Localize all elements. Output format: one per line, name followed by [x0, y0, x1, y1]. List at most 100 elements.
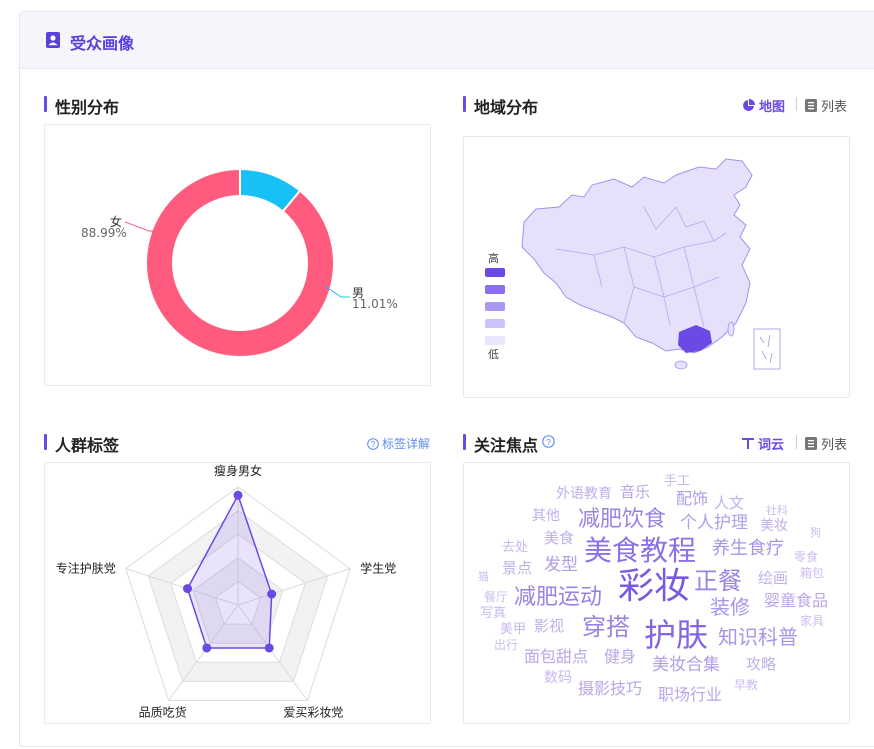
- section-marker: [463, 434, 466, 450]
- list-icon: [805, 437, 817, 450]
- focus-panel: 手工外语教育 音乐 配饰 人文社科 其他 减肥饮食 个人护理 美妆狗去处 美食 美食教程 养生食疗零…: [463, 462, 850, 724]
- region-title: 地域分布: [474, 98, 539, 117]
- crowd-title: 人群标签: [55, 436, 120, 455]
- legend-swatch: [485, 302, 505, 311]
- radar-axis-label: 爱买彩妆党: [283, 704, 343, 719]
- legend-low: 低: [488, 348, 499, 361]
- card-title: 受众画像: [70, 34, 135, 53]
- word-cloud-term[interactable]: 美食: [544, 531, 574, 546]
- word-cloud-term[interactable]: 正餐: [694, 569, 742, 593]
- word-cloud-term[interactable]: 摄影技巧: [578, 681, 642, 697]
- radar-data-point[interactable]: [202, 643, 212, 653]
- word-cloud-term[interactable]: 零食: [794, 551, 818, 563]
- word-cloud-term[interactable]: 美甲: [500, 623, 526, 636]
- female-segment[interactable]: [145, 167, 335, 358]
- gender-title: 性别分布: [55, 98, 120, 117]
- section-marker: [44, 434, 47, 450]
- word-cloud-term[interactable]: 个人护理: [680, 515, 748, 532]
- gender-panel: [44, 124, 431, 386]
- legend-swatch: [485, 268, 505, 277]
- card-header: 受众画像: [20, 12, 874, 69]
- hainan-island: [674, 360, 688, 370]
- word-cloud-term[interactable]: 配饰: [676, 491, 708, 507]
- legend-swatch: [485, 319, 505, 328]
- word-cloud-term[interactable]: 数码: [544, 671, 572, 685]
- word-cloud-term[interactable]: 减肥运动: [514, 587, 602, 609]
- word-cloud-term[interactable]: 音乐: [620, 485, 650, 500]
- china-map: [521, 158, 781, 370]
- word-cloud-term[interactable]: 美妆: [760, 519, 788, 533]
- word-cloud-term[interactable]: 穿搭: [582, 615, 630, 639]
- word-cloud-term[interactable]: 其他: [532, 509, 560, 523]
- radar-axis-label: 专注护肤党: [56, 561, 116, 576]
- region-list-toggle[interactable]: 列表: [805, 96, 847, 115]
- word-cloud-term[interactable]: 箱包: [800, 567, 824, 579]
- word-cloud-term[interactable]: 攻略: [746, 657, 776, 672]
- section-marker: [44, 96, 47, 112]
- word-cloud-term[interactable]: 装修: [710, 597, 750, 617]
- word-cloud-term[interactable]: 家具: [800, 615, 824, 627]
- word-cloud-term[interactable]: 职场行业: [658, 687, 722, 703]
- focus-cloud-toggle[interactable]: 词云: [742, 434, 784, 453]
- word-cloud-term[interactable]: 养生食疗: [712, 540, 784, 558]
- taiwan-island: [727, 321, 735, 337]
- word-cloud-term[interactable]: 早教: [734, 679, 758, 691]
- word-cloud-term[interactable]: 景点: [502, 561, 532, 576]
- word-cloud-term[interactable]: 护肤: [644, 619, 708, 651]
- word-cloud-term[interactable]: 健身: [604, 649, 636, 665]
- crowd-panel: 瘦身男女学生党爱买彩妆党 品质吃货 专注护肤党: [44, 462, 431, 724]
- female-leader-line: [124, 221, 155, 232]
- tag-detail-label: 标签详解: [382, 437, 431, 451]
- word-cloud-term[interactable]: 彩妆: [618, 569, 690, 605]
- focus-list-label: 列表: [821, 438, 848, 453]
- word-cloud-term[interactable]: 手工: [664, 475, 690, 488]
- word-cloud-term[interactable]: 影视: [534, 619, 564, 634]
- gender-donut-chart: [124, 167, 350, 358]
- male-percent: 11.01%: [352, 297, 398, 311]
- question-circle-icon: ?: [367, 437, 379, 450]
- svg-text:?: ?: [546, 437, 551, 447]
- word-cloud-term[interactable]: 面包甜点: [524, 649, 588, 665]
- focus-title: 关注焦点: [474, 436, 539, 455]
- word-cloud-term[interactable]: 出行: [494, 639, 518, 651]
- word-cloud-term[interactable]: 写真: [480, 607, 506, 620]
- word-cloud-term[interactable]: 外语教育: [556, 487, 612, 501]
- china-mainland-shape: [521, 158, 753, 354]
- radar-data-point[interactable]: [264, 643, 274, 653]
- list-icon: [805, 99, 817, 112]
- radar-axis-label: 学生党: [360, 561, 396, 576]
- focus-cloud-label: 词云: [758, 438, 785, 453]
- word-cloud-term[interactable]: 社科: [766, 505, 788, 516]
- word-cloud-term[interactable]: 狗: [810, 527, 821, 538]
- text-icon: [742, 438, 754, 449]
- word-cloud-term[interactable]: 去处: [502, 541, 528, 554]
- word-cloud-term[interactable]: 餐厅: [484, 591, 508, 603]
- pie-icon: [743, 99, 755, 111]
- word-cloud-term[interactable]: 知识科普: [718, 627, 798, 647]
- toggle-separator: [796, 97, 797, 111]
- region-map-toggle[interactable]: 地图: [742, 96, 785, 115]
- word-cloud-term[interactable]: 美妆合集: [652, 657, 720, 674]
- word-cloud-term[interactable]: 发型: [544, 557, 578, 574]
- radar-data-point[interactable]: [182, 584, 192, 594]
- word-cloud-term[interactable]: 美食教程: [584, 537, 696, 565]
- crowd-radar-chart: 瘦身男女学生党爱买彩妆党 品质吃货 专注护肤党: [56, 463, 396, 719]
- word-cloud-term[interactable]: 减肥饮食: [578, 509, 666, 531]
- region-panel: [463, 136, 850, 398]
- word-cloud-term[interactable]: 猫: [478, 571, 489, 582]
- radar-data-point[interactable]: [267, 589, 277, 599]
- word-cloud-term[interactable]: 人文: [714, 496, 744, 511]
- word-cloud-term[interactable]: 婴童食品: [764, 593, 828, 609]
- radar-axis-label: 瘦身男女: [214, 463, 262, 478]
- focus-list-toggle[interactable]: 列表: [805, 434, 847, 453]
- region-map-label: 地图: [759, 100, 786, 115]
- radar-data-point[interactable]: [233, 490, 243, 500]
- word-cloud-term[interactable]: 绘画: [758, 571, 788, 586]
- legend-high: 高: [488, 252, 499, 265]
- female-percent: 88.99%: [81, 226, 127, 240]
- toggle-separator: [796, 435, 797, 449]
- tag-detail-link[interactable]: ? 标签详解: [367, 435, 430, 452]
- radar-axis-label: 品质吃货: [139, 704, 187, 719]
- question-circle-icon[interactable]: ?: [542, 435, 555, 448]
- section-marker: [463, 96, 466, 112]
